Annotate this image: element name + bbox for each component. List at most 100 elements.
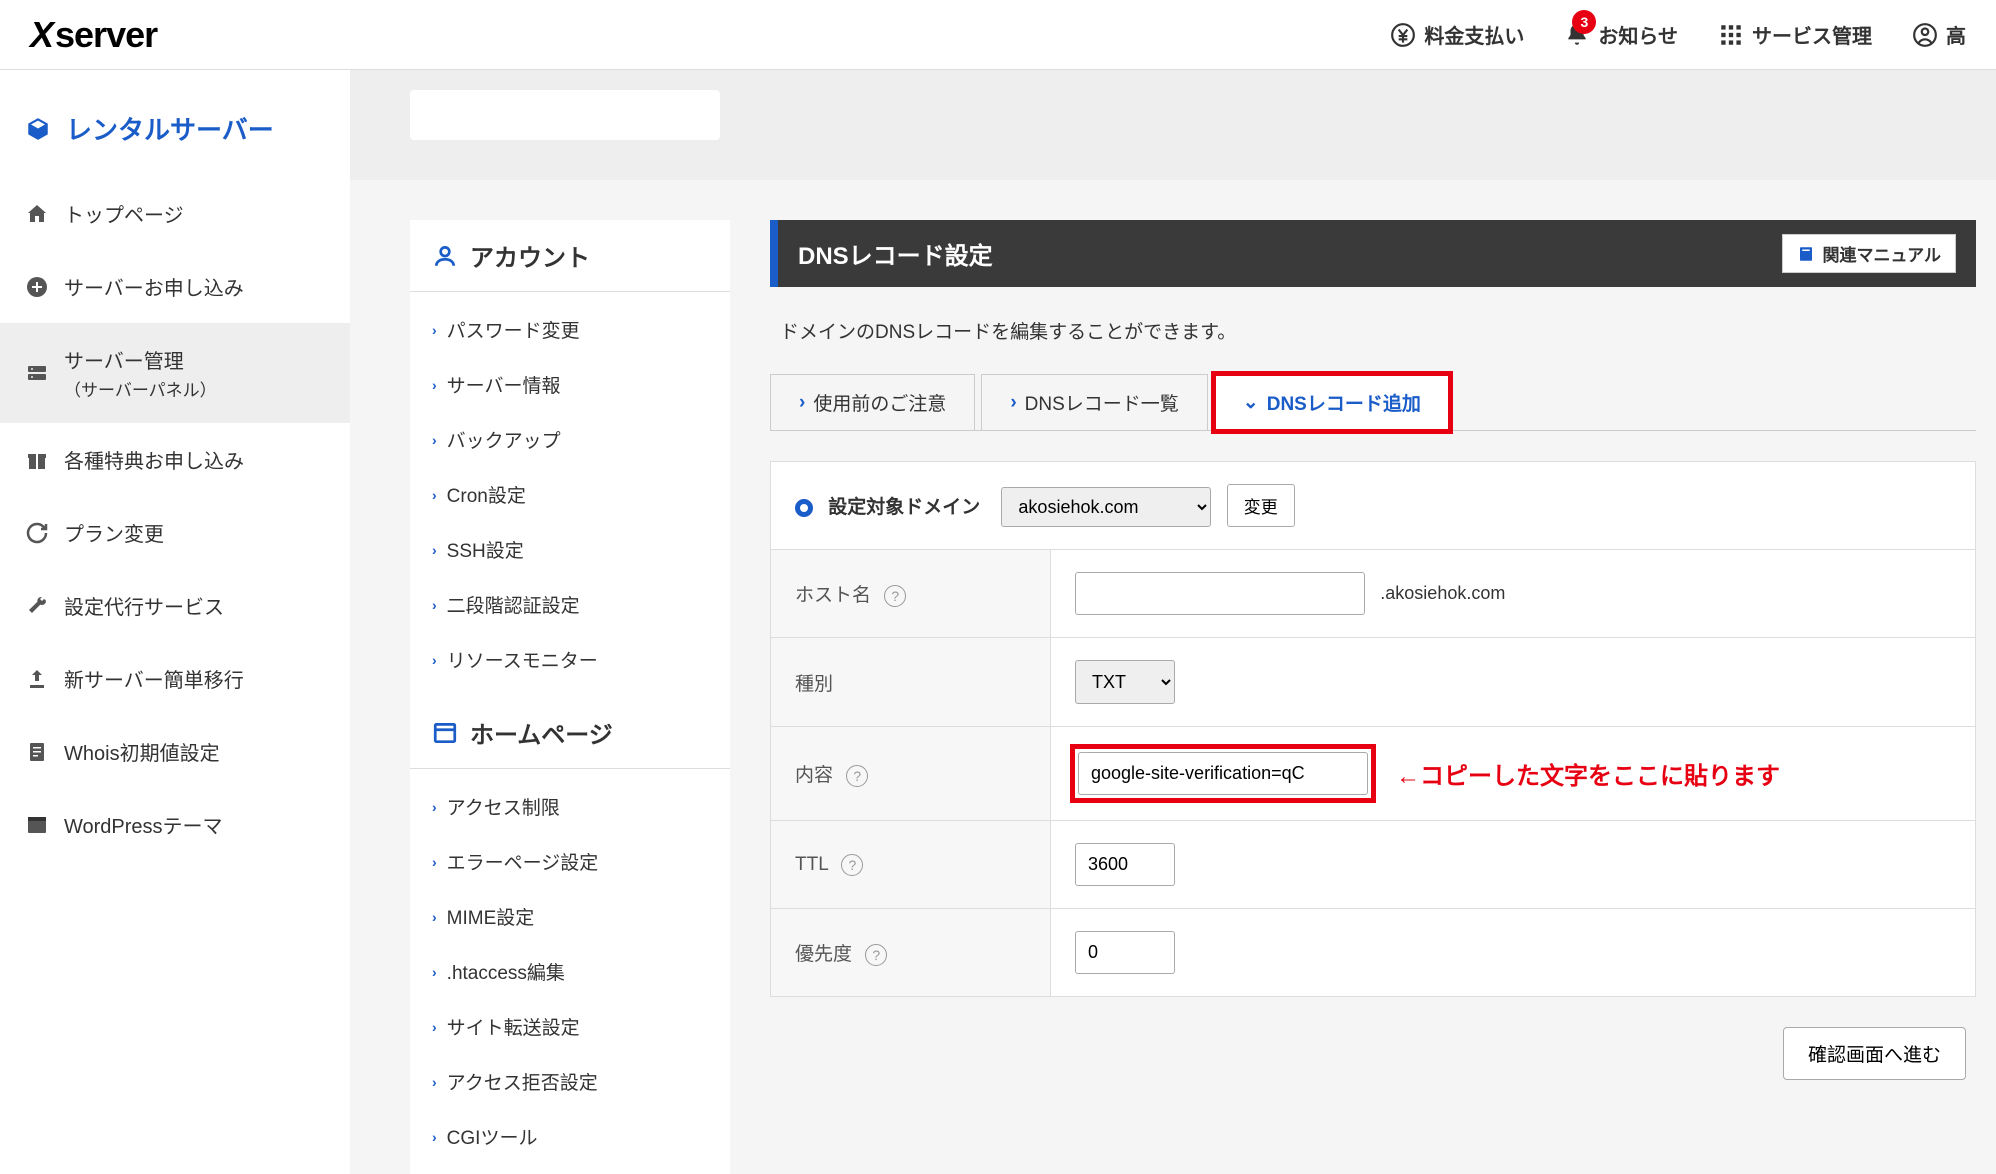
upload-icon: [25, 667, 49, 691]
nav-notice[interactable]: 3 お知らせ: [1564, 20, 1678, 49]
row-type: 種別 TXT: [771, 638, 1976, 727]
sidebar-item-server-mgmt[interactable]: サーバー管理 （サーバーパネル）: [0, 323, 350, 423]
content-input[interactable]: [1078, 752, 1368, 795]
priority-input[interactable]: [1075, 931, 1175, 974]
sidebar-item-proxy-setup[interactable]: 設定代行サービス: [0, 569, 350, 642]
tab-notice[interactable]: ›使用前のご注意: [770, 374, 975, 430]
window-icon: [432, 720, 458, 746]
panel-item-access-deny[interactable]: ›アクセス拒否設定: [410, 1054, 730, 1109]
chevron-right-icon: ›: [432, 542, 437, 558]
logo[interactable]: Xserver: [30, 14, 157, 56]
manual-button[interactable]: 関連マニュアル: [1782, 234, 1957, 273]
chevron-right-icon: ›: [432, 1129, 437, 1145]
chevron-right-icon: ›: [432, 597, 437, 613]
confirm-button[interactable]: 確認画面へ進む: [1783, 1027, 1966, 1080]
nav-user[interactable]: 高: [1912, 20, 1966, 49]
chevron-right-icon: ›: [432, 487, 437, 503]
panel-item-mime[interactable]: ›MIME設定: [410, 889, 730, 944]
gift-icon: [25, 448, 49, 472]
tab-record-list[interactable]: ›DNSレコード一覧: [981, 374, 1207, 430]
row-content: 内容 ? ←コピーした文字をここに貼ります: [771, 727, 1976, 821]
domain-select[interactable]: akosiehok.com: [1001, 487, 1211, 527]
tab-record-add[interactable]: ⌄DNSレコード追加: [1214, 374, 1450, 431]
ttl-input[interactable]: [1075, 843, 1175, 886]
sidebar-title[interactable]: レンタルサーバー: [0, 100, 350, 177]
form-table: 設定対象ドメイン akosiehok.com 変更 ホスト名 ?: [770, 461, 1976, 997]
help-icon[interactable]: ?: [841, 854, 863, 876]
left-sidebar: レンタルサーバー トップページ サーバーお申し込み サーバー管理 （サーバーパネ…: [0, 70, 350, 1174]
hostname-label: ホスト名: [795, 585, 871, 606]
chevron-down-icon: ⌄: [1243, 391, 1259, 414]
panel-item-htaccess[interactable]: ›.htaccess編集: [410, 944, 730, 999]
hostname-suffix: .akosiehok.com: [1380, 583, 1505, 603]
panel-header-account: アカウント: [410, 220, 730, 292]
yen-icon: [1390, 22, 1416, 48]
chevron-right-icon: ›: [432, 1019, 437, 1035]
grid-icon: [1718, 22, 1744, 48]
bottom-btn-area: 確認画面へ進む: [770, 997, 1976, 1110]
chevron-right-icon: ›: [432, 377, 437, 393]
row-target-domain: 設定対象ドメイン akosiehok.com 変更: [771, 462, 1976, 550]
page-title: DNSレコード設定: [798, 236, 993, 271]
search-stub[interactable]: [410, 90, 720, 140]
chevron-right-icon: ›: [432, 799, 437, 815]
sidebar-item-whois[interactable]: Whois初期値設定: [0, 715, 350, 788]
hostname-input[interactable]: [1075, 572, 1365, 615]
refresh-icon: [25, 521, 49, 545]
panel-item-redirect[interactable]: ›サイト転送設定: [410, 999, 730, 1054]
panel-item-serverinfo[interactable]: ›サーバー情報: [410, 357, 730, 412]
panel-header-homepage: ホームページ: [410, 697, 730, 769]
type-label: 種別: [795, 674, 833, 695]
home-icon: [25, 202, 49, 226]
sidebar-item-migration[interactable]: 新サーバー簡単移行: [0, 642, 350, 715]
radio-icon: [795, 499, 813, 517]
page-title-bar: DNSレコード設定 関連マニュアル: [770, 220, 1976, 287]
chevron-right-icon: ›: [432, 432, 437, 448]
user-icon: [1912, 22, 1938, 48]
nav-payment[interactable]: 料金支払い: [1390, 20, 1524, 49]
sidebar-item-plan[interactable]: プラン変更: [0, 496, 350, 569]
document-icon: [25, 740, 49, 764]
chevron-right-icon: ›: [432, 964, 437, 980]
logo-x: X: [30, 14, 53, 56]
panel-item-ssh[interactable]: ›SSH設定: [410, 522, 730, 577]
nav-service-mgmt[interactable]: サービス管理: [1718, 20, 1872, 49]
content-highlight-box: [1075, 749, 1371, 798]
panel-item-cron[interactable]: ›Cron設定: [410, 467, 730, 522]
chevron-right-icon: ›: [799, 392, 805, 414]
plus-circle-icon: [25, 275, 49, 299]
top-nav: 料金支払い 3 お知らせ サービス管理 高: [1390, 20, 1966, 49]
sidebar-item-wordpress[interactable]: WordPressテーマ: [0, 788, 350, 861]
person-icon: [432, 243, 458, 269]
content-annotation: ←コピーした文字をここに貼ります: [1396, 756, 1780, 791]
content-label: 内容: [795, 765, 833, 786]
sidebar-item-top[interactable]: トップページ: [0, 177, 350, 250]
chevron-right-icon: ›: [432, 652, 437, 668]
right-content: DNSレコード設定 関連マニュアル ドメインのDNSレコードを編集することができ…: [770, 220, 1996, 1110]
panel-item-backup[interactable]: ›バックアップ: [410, 412, 730, 467]
gray-band: [350, 70, 1996, 180]
window-icon: [25, 813, 49, 837]
help-icon[interactable]: ?: [846, 765, 868, 787]
page-description: ドメインのDNSレコードを編集することができます。: [770, 287, 1976, 374]
panel-item-cgi[interactable]: ›CGIツール: [410, 1109, 730, 1164]
target-domain-label: 設定対象ドメイン: [828, 497, 980, 518]
sidebar-item-benefits[interactable]: 各種特典お申し込み: [0, 423, 350, 496]
wrench-icon: [25, 594, 49, 618]
top-bar: Xserver 料金支払い 3 お知らせ サービス管理 高: [0, 0, 1996, 70]
type-select[interactable]: TXT: [1075, 660, 1175, 704]
panel-item-resource[interactable]: ›リソースモニター: [410, 632, 730, 687]
row-hostname: ホスト名 ? .akosiehok.com: [771, 550, 1976, 638]
chevron-right-icon: ›: [432, 854, 437, 870]
help-icon[interactable]: ?: [884, 585, 906, 607]
panel-item-access-limit[interactable]: ›アクセス制限: [410, 779, 730, 834]
panel-item-2fa[interactable]: ›二段階認証設定: [410, 577, 730, 632]
help-icon[interactable]: ?: [865, 944, 887, 966]
sidebar-item-server-apply[interactable]: サーバーお申し込み: [0, 250, 350, 323]
panel-item-password[interactable]: ›パスワード変更: [410, 302, 730, 357]
panel-item-error-page[interactable]: ›エラーページ設定: [410, 834, 730, 889]
ttl-label: TTL: [795, 854, 828, 875]
server-3d-icon: [25, 116, 51, 142]
chevron-right-icon: ›: [1010, 392, 1016, 414]
change-button[interactable]: 変更: [1227, 484, 1295, 527]
